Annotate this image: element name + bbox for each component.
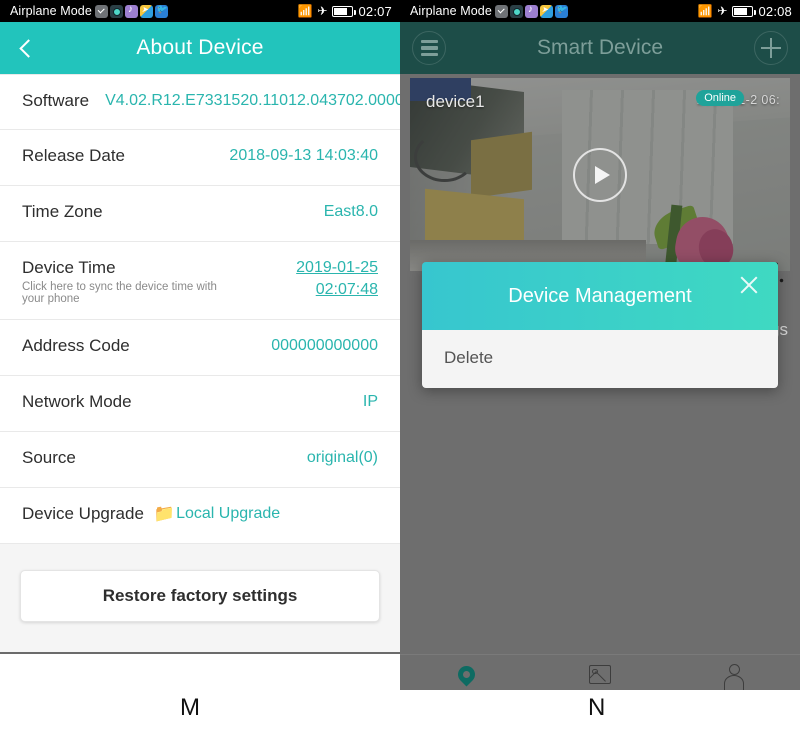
plus-icon[interactable] (754, 31, 788, 65)
folder-icon: 📁 (153, 504, 176, 523)
music-app-icon (124, 4, 138, 18)
list-item-network-mode[interactable]: Network Mode IP (0, 376, 400, 432)
status-bar-right-n: 📶 ✈ 02:08 (697, 4, 792, 19)
status-bar-clock-m: 02:07 (358, 3, 392, 19)
list-item-device-time[interactable]: Device Time Click here to sync the devic… (0, 242, 400, 320)
about-device-list: Software V4.02.R12.E7331520.11012.043702… (0, 74, 400, 544)
hamburger-icon[interactable] (412, 31, 446, 65)
device-upgrade-group: Device Upgrade 📁 Local Upgrade (22, 503, 280, 524)
app-bar-about-device: About Device (0, 22, 400, 74)
row-label: Network Mode (22, 392, 132, 411)
figure-label-m: M (180, 694, 200, 721)
telegram-app-icon (139, 4, 153, 18)
list-item-source[interactable]: Source original(0) (0, 432, 400, 488)
status-bar-app-icons-m (94, 4, 168, 18)
airplane-mode-label: Airplane Mode (10, 4, 92, 18)
list-item-software[interactable]: Software V4.02.R12.E7331520.11012.043702… (0, 74, 400, 130)
row-value: 000000000000 (271, 337, 378, 354)
close-icon[interactable] (736, 272, 762, 298)
dialog-title: Device Management (508, 284, 692, 307)
airplane-icon: ✈ (317, 4, 328, 18)
person-icon (723, 663, 745, 690)
row-label: Address Code (22, 336, 130, 355)
camera-app-icon (109, 4, 123, 18)
music-app-icon (524, 4, 538, 18)
status-bar-n: Airplane Mode 📶 ✈ 02:08 (400, 0, 800, 22)
row-label: Time Zone (22, 202, 103, 221)
battery-icon (732, 5, 756, 17)
bird-app-icon (554, 4, 568, 18)
dialog-item-delete[interactable]: Delete (444, 348, 756, 368)
check-badge-icon (94, 4, 108, 18)
figure-container: Airplane Mode 📶 ✈ 02:07 About Device (0, 0, 800, 750)
bottom-navigation-bar: Device Mobile Storage My (400, 654, 800, 690)
airplane-icon: ✈ (717, 4, 728, 18)
list-item-address-code[interactable]: Address Code 000000000000 (0, 320, 400, 376)
local-upgrade-link[interactable]: Local Upgrade (176, 505, 280, 523)
status-bar-app-icons-n (494, 4, 568, 18)
device-time-hint: Click here to sync the device time with … (22, 281, 217, 305)
row-value: original(0) (306, 449, 378, 466)
location-pin-icon (454, 662, 479, 687)
image-icon (588, 663, 611, 687)
play-icon[interactable] (573, 147, 627, 202)
row-value[interactable]: 2019-01-25 02:07:48 (237, 257, 378, 300)
list-item-device-upgrade[interactable]: Device Upgrade 📁 Local Upgrade (0, 488, 400, 544)
app-bar-smart-device: Smart Device (400, 22, 800, 74)
row-label: Device Time (22, 258, 116, 277)
page-title: Smart Device (536, 36, 664, 59)
row-value: East8.0 (323, 203, 378, 220)
status-bar-left-n: Airplane Mode (410, 4, 568, 18)
device-name-label: device1 (426, 92, 485, 111)
nav-label: Device (447, 690, 487, 691)
smart-device-body: device1 2019-01-2 06: Online S. gs Devic… (400, 74, 800, 690)
status-bar-right-m: 📶 ✈ 02:07 (297, 4, 392, 19)
device-management-dialog: Device Management Delete (422, 262, 778, 388)
row-label: Software (22, 91, 90, 110)
battery-icon (332, 5, 356, 17)
device-card[interactable]: device1 2019-01-2 06: Online (410, 78, 790, 271)
wifi-icon: 📶 (697, 4, 713, 18)
row-label: Source (22, 448, 76, 467)
restore-footer: Restore factory settings (0, 544, 400, 654)
list-item-release-date[interactable]: Release Date 2018-09-13 14:03:40 (0, 130, 400, 186)
restore-factory-settings-button[interactable]: Restore factory settings (20, 570, 380, 622)
status-bar-clock-n: 02:08 (758, 3, 792, 19)
list-item-time-zone[interactable]: Time Zone East8.0 (0, 186, 400, 242)
nav-item-mobile-storage[interactable]: Mobile Storage (533, 663, 666, 691)
bird-app-icon (154, 4, 168, 18)
figure-label-n: N (588, 694, 606, 721)
dialog-header: Device Management (422, 262, 778, 330)
nav-item-device[interactable]: Device (400, 662, 533, 691)
status-bar-left-m: Airplane Mode (10, 4, 168, 18)
row-value: IP (362, 393, 378, 410)
row-label: Release Date (22, 146, 126, 165)
phone-screen-about-device: Airplane Mode 📶 ✈ 02:07 About Device (0, 0, 400, 690)
nav-label: Mobile Storage (556, 690, 643, 691)
check-badge-icon (494, 4, 508, 18)
wifi-icon: 📶 (297, 4, 313, 18)
telegram-app-icon (539, 4, 553, 18)
row-value: 2018-09-13 14:03:40 (229, 147, 378, 164)
row-value: V4.02.R12.E7331520.11012.043702.00000 (105, 92, 400, 109)
status-badge: Online (696, 90, 744, 106)
device-time-label-group: Device Time Click here to sync the devic… (22, 257, 237, 305)
airplane-mode-label: Airplane Mode (410, 4, 492, 18)
dialog-body: Delete (422, 330, 778, 388)
status-bar-m: Airplane Mode 📶 ✈ 02:07 (0, 0, 400, 22)
phone-screen-smart-device: Airplane Mode 📶 ✈ 02:08 Smart De (400, 0, 800, 690)
back-chevron-icon[interactable] (18, 40, 34, 56)
camera-app-icon (509, 4, 523, 18)
nav-item-my[interactable]: My (667, 663, 800, 690)
page-title: About Device (136, 36, 264, 59)
row-label: Device Upgrade (22, 504, 144, 523)
